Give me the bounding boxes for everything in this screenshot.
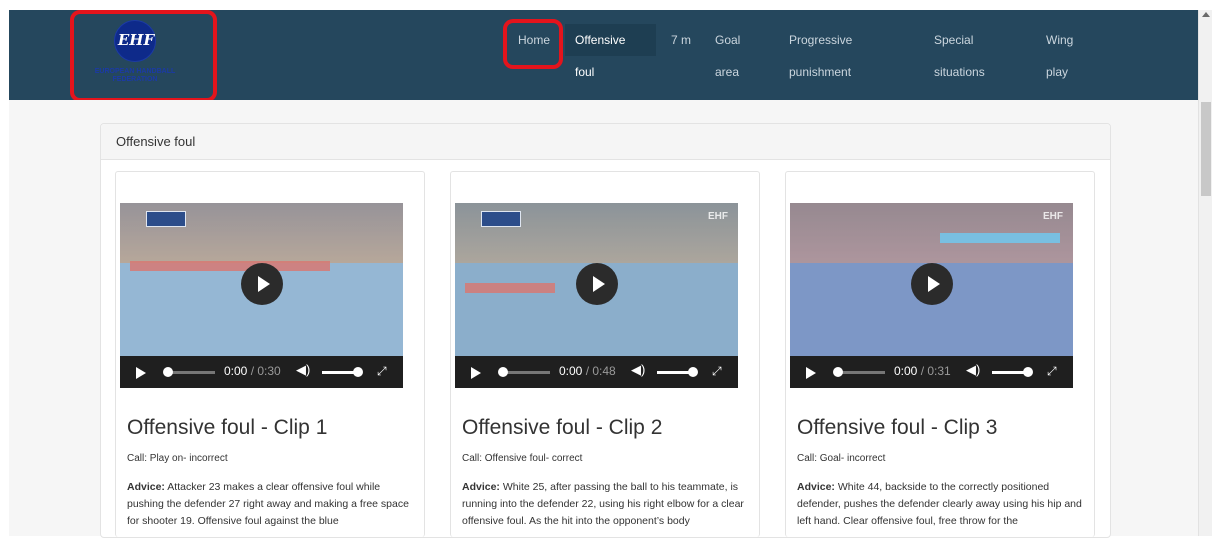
- play-icon[interactable]: [471, 367, 481, 379]
- clip-card-3: EHF 0:00 / 0:31 ◀) ⤢ Offensive foul - Cl…: [785, 171, 1095, 537]
- seek-handle[interactable]: [498, 367, 508, 377]
- play-button[interactable]: [576, 263, 618, 305]
- fullscreen-icon[interactable]: ⤢: [377, 364, 387, 379]
- clip-title: Offensive foul - Clip 1: [127, 416, 328, 439]
- nav-special-situations[interactable]: Special situations: [924, 24, 1032, 79]
- volume-handle[interactable]: [1023, 367, 1033, 377]
- logo-highlight: [70, 10, 217, 102]
- seek-handle[interactable]: [833, 367, 843, 377]
- fullscreen-icon[interactable]: ⤢: [1047, 364, 1057, 379]
- clip-advice: Advice: Attacker 23 makes a clear offens…: [127, 481, 409, 527]
- watermark: EHF: [708, 211, 728, 222]
- video-controls: 0:00 / 0:31 ◀) ⤢: [790, 356, 1073, 388]
- panel-heading: Offensive foul: [101, 124, 1110, 160]
- clip-title: Offensive foul - Clip 2: [462, 416, 663, 439]
- scoreboard: [146, 211, 186, 227]
- volume-icon[interactable]: ◀): [966, 362, 980, 378]
- play-button[interactable]: [911, 263, 953, 305]
- page-scrollbar[interactable]: [1198, 10, 1212, 536]
- panel-title: Offensive foul: [116, 134, 196, 149]
- clip-card-2: EHF 0:00 / 0:48 ◀) ⤢ Offensive foul - Cl…: [450, 171, 760, 537]
- clip-card-1: 0:00 / 0:30 ◀) ⤢ Offensive foul - Clip 1…: [115, 171, 425, 537]
- nav-wing-play[interactable]: Wing play: [1036, 24, 1106, 79]
- play-icon[interactable]: [136, 367, 146, 379]
- nav-progressive-punishment[interactable]: Progressive punishment: [779, 24, 919, 79]
- seek-handle[interactable]: [163, 367, 173, 377]
- video-player-1[interactable]: 0:00 / 0:30 ◀) ⤢: [120, 203, 403, 388]
- window-top-edge: [0, 0, 1212, 10]
- scroll-thumb[interactable]: [1201, 102, 1211, 196]
- volume-icon[interactable]: ◀): [631, 362, 645, 378]
- nav-7m[interactable]: 7 m: [661, 24, 701, 56]
- volume-handle[interactable]: [353, 367, 363, 377]
- time-display: 0:00 / 0:31: [894, 364, 951, 378]
- video-controls: 0:00 / 0:48 ◀) ⤢: [455, 356, 738, 388]
- clip-call: Call: Goal- incorrect: [797, 453, 886, 464]
- time-display: 0:00 / 0:48: [559, 364, 616, 378]
- home-highlight: [503, 19, 563, 69]
- play-icon[interactable]: [806, 367, 816, 379]
- video-player-2[interactable]: EHF 0:00 / 0:48 ◀) ⤢: [455, 203, 738, 388]
- clip-advice: Advice: White 44, backside to the correc…: [797, 481, 1082, 527]
- seek-bar[interactable]: [837, 371, 885, 374]
- seek-bar[interactable]: [167, 371, 215, 374]
- volume-icon[interactable]: ◀): [296, 362, 310, 378]
- volume-handle[interactable]: [688, 367, 698, 377]
- seek-bar[interactable]: [502, 371, 550, 374]
- clip-advice: Advice: White 25, after passing the ball…: [462, 481, 744, 527]
- clip-call: Call: Offensive foul- correct: [462, 453, 583, 464]
- fullscreen-icon[interactable]: ⤢: [712, 364, 722, 379]
- nav-offensive-foul[interactable]: Offensive foul: [565, 24, 656, 79]
- video-controls: 0:00 / 0:30 ◀) ⤢: [120, 356, 403, 388]
- video-player-3[interactable]: EHF 0:00 / 0:31 ◀) ⤢: [790, 203, 1073, 388]
- scoreboard: [481, 211, 521, 227]
- time-display: 0:00 / 0:30: [224, 364, 281, 378]
- scroll-up-icon[interactable]: [1202, 12, 1210, 17]
- watermark: EHF: [1043, 211, 1063, 222]
- play-button[interactable]: [241, 263, 283, 305]
- clip-call: Call: Play on- incorrect: [127, 453, 228, 464]
- nav-goal-area[interactable]: Goal area: [705, 24, 775, 79]
- clip-title: Offensive foul - Clip 3: [797, 416, 998, 439]
